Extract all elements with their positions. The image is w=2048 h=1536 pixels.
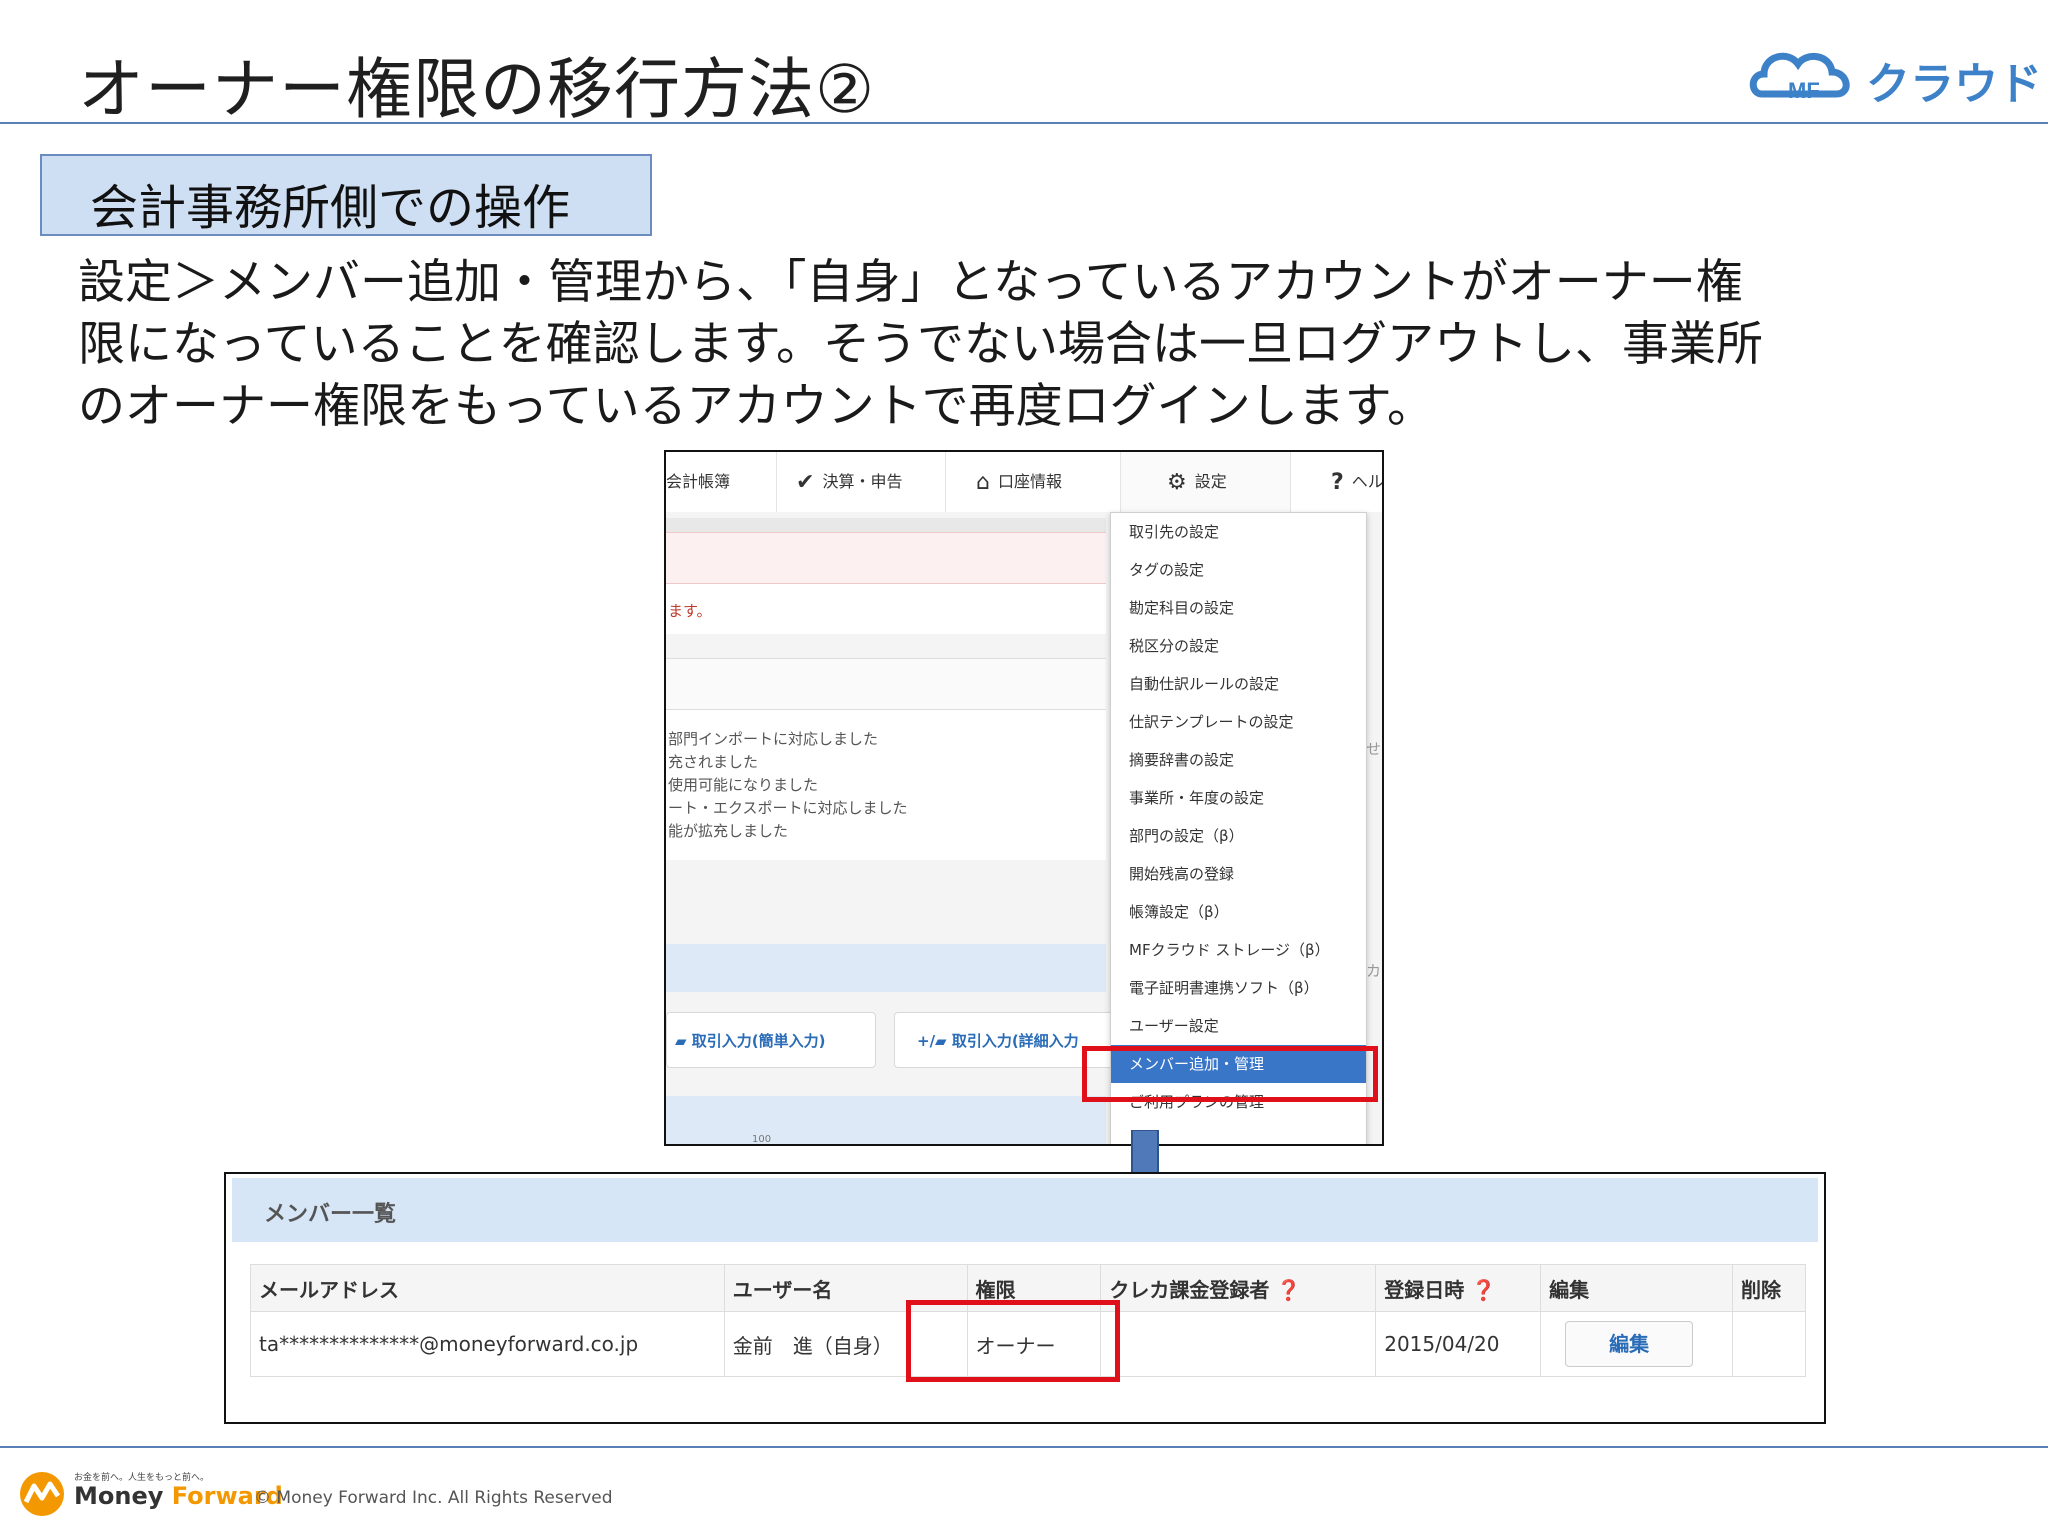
edit-button[interactable]: 編集 [1565, 1321, 1694, 1367]
home-icon: ⌂ [976, 469, 990, 495]
menu-item-dictionary[interactable]: 摘要辞書の設定 [1111, 741, 1366, 779]
menu-item-office-year[interactable]: 事業所・年度の設定 [1111, 779, 1366, 817]
menu-item-accounts[interactable]: 勘定科目の設定 [1111, 589, 1366, 627]
copyright: © Money Forward Inc. All Rights Reserved [254, 1488, 613, 1508]
menu-item-templates[interactable]: 仕訳テンプレートの設定 [1111, 703, 1366, 741]
news-list: 部門インポートに対応しました 充されました 使用可能になりました ート・エクスポ… [666, 710, 1106, 860]
blue-band [666, 944, 1106, 992]
side-fragment: カ [1366, 962, 1382, 980]
blue-band [666, 1096, 1106, 1144]
folder-icon: ▰ [675, 1032, 692, 1050]
band [666, 518, 1106, 532]
nav-item-accounts[interactable]: ⌂ 口座情報 [946, 452, 1121, 512]
app-screenshot: 会計帳簿 ✔ 決算・申告 ⌂ 口座情報 ⚙ 設定 ? ヘル ます。 部門インポートに対応… [664, 450, 1384, 1146]
news-item: 充されました [668, 753, 759, 771]
section-label: 会計事務所側での操作 [40, 154, 652, 236]
check-icon: ✔ [796, 469, 815, 495]
detail-entry-button[interactable]: +/▰ 取引入力(詳細入力 [894, 1012, 1114, 1068]
member-list-header: メンバー一覧 [232, 1178, 1818, 1242]
side-fragment: せ [1366, 740, 1382, 758]
col-email: メールアドレス [250, 1264, 725, 1312]
mf-cloud-logo: MF クラウド [1748, 40, 2042, 110]
money-forward-mark-icon [20, 1472, 64, 1516]
description-line: 限になっていることを確認します。そうでない場合は一旦ログアウトし、事業所 [78, 317, 1763, 372]
gear-icon: ⚙ [1167, 469, 1187, 495]
menu-item-certificate[interactable]: 電子証明書連携ソフト（β） [1111, 969, 1366, 1007]
alert-band [666, 532, 1106, 584]
cell-registered: 2015/04/20 [1375, 1311, 1542, 1377]
simple-entry-button[interactable]: ▰ 取引入力(簡単入力) [666, 1012, 876, 1068]
description: 設定＞メンバー追加・管理から、「自身」となっているアカウントがオーナー権 限にな… [78, 252, 1978, 438]
col-delete: 削除 [1732, 1264, 1806, 1312]
menu-item-departments[interactable]: 部門の設定（β） [1111, 817, 1366, 855]
nav-item-help[interactable]: ? ヘル [1291, 452, 1384, 512]
nav-label: 口座情報 [997, 472, 1062, 491]
notice-band: ます。 [666, 584, 1106, 634]
menu-item-ledger-settings[interactable]: 帳簿設定（β） [1111, 893, 1366, 931]
notice-text: ます。 [668, 602, 712, 620]
news-item: ート・エクスポートに対応しました [668, 799, 908, 817]
menu-item-auto-rules[interactable]: 自動仕訳ルールの設定 [1111, 665, 1366, 703]
menu-highlight-box [1082, 1046, 1378, 1102]
member-list-title: メンバー一覧 [264, 1202, 397, 1227]
nav-label: 設定 [1194, 472, 1227, 491]
help-icon: ? [1331, 469, 1344, 495]
news-item: 使用可能になりました [668, 776, 819, 794]
axis-label: 100 [752, 1134, 772, 1145]
cell-card-payer [1100, 1311, 1377, 1377]
cloud-icon: MF [1749, 52, 1850, 103]
button-label: 取引入力(詳細入力 [951, 1032, 1079, 1050]
band [666, 658, 1106, 710]
menu-item-storage[interactable]: MFクラウド ストレージ（β） [1111, 931, 1366, 969]
button-label: 取引入力(簡単入力) [691, 1032, 826, 1050]
nav-item-closing[interactable]: ✔ 決算・申告 [776, 452, 946, 512]
cell-edit: 編集 [1540, 1311, 1733, 1377]
col-card-payer: クレカ課金登録者 ❓ [1100, 1264, 1377, 1312]
plus-folder-icon: +/▰ [917, 1032, 952, 1050]
description-line: 設定＞メンバー追加・管理から、「自身」となっているアカウントがオーナー権 [78, 255, 1743, 310]
news-item: 部門インポートに対応しました [668, 730, 879, 748]
menu-item-user-settings[interactable]: ユーザー設定 [1111, 1007, 1366, 1045]
nav-label: 決算・申告 [822, 472, 903, 491]
nav-label: ヘル [1351, 472, 1384, 491]
col-edit: 編集 [1540, 1264, 1733, 1312]
logo-text: クラウド [1866, 59, 2042, 110]
brand-name: Money Forward [74, 1482, 283, 1510]
menu-item-tags[interactable]: タグの設定 [1111, 551, 1366, 589]
top-nav: 会計帳簿 ✔ 決算・申告 ⌂ 口座情報 ⚙ 設定 ? ヘル [666, 452, 1384, 513]
col-registered: 登録日時 ❓ [1375, 1264, 1542, 1312]
owner-highlight-box [906, 1300, 1120, 1382]
slide-title: オーナー権限の移行方法② [78, 51, 876, 128]
member-list-panel: メンバー一覧 メールアドレス ユーザー名 権限 クレカ課金登録者 ❓ 登録日時 … [224, 1172, 1826, 1424]
logo-badge: MF [1788, 78, 1820, 103]
cell-email: ta**************@moneyforward.co.jp [250, 1311, 725, 1377]
footer-divider [0, 1446, 2048, 1448]
cell-delete [1732, 1311, 1806, 1377]
brand-name-a: Money [74, 1482, 172, 1510]
news-item: 能が拡充しました [668, 822, 789, 840]
menu-item-clients[interactable]: 取引先の設定 [1111, 513, 1366, 551]
menu-item-opening-balance[interactable]: 開始残高の登録 [1111, 855, 1366, 893]
description-line: のオーナー権限をもっているアカウントで再度ログインします。 [78, 379, 1434, 434]
nav-label: 会計帳簿 [666, 472, 731, 491]
nav-item-ledger[interactable]: 会計帳簿 [666, 452, 777, 512]
money-forward-logo: お金を前へ。人生をもっと前へ。 Money Forward [16, 1466, 283, 1522]
header-divider [0, 122, 2048, 124]
nav-item-settings[interactable]: ⚙ 設定 [1121, 452, 1291, 512]
menu-item-tax[interactable]: 税区分の設定 [1111, 627, 1366, 665]
